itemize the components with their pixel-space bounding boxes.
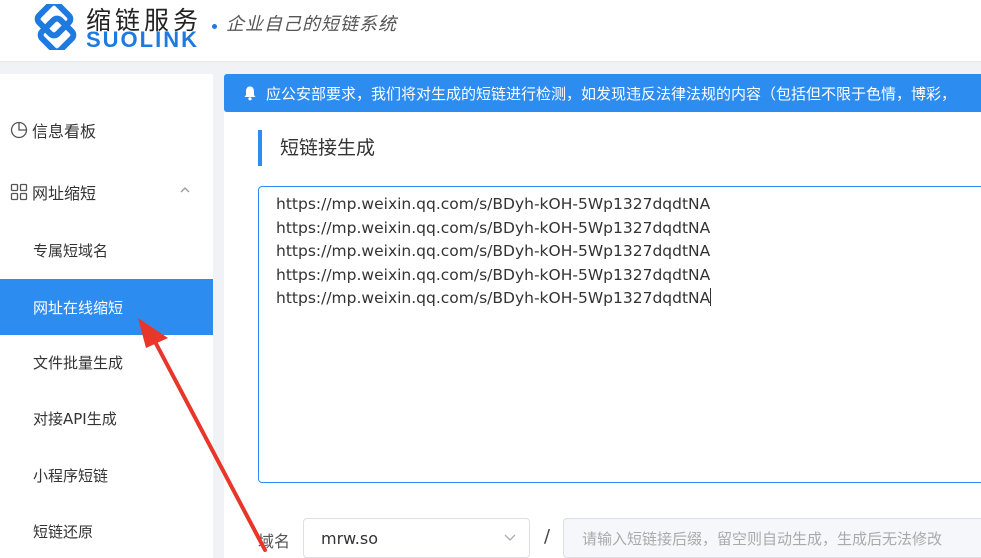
- sidebar-item-label: 网址缩短: [32, 184, 97, 203]
- app-header: 缩链服务 SUOLINK 企业自己的短链系统: [0, 0, 981, 62]
- sidebar-item-restore[interactable]: 短链还原: [0, 503, 213, 558]
- brand-separator-dot: [212, 24, 217, 29]
- sidebar-item-dashboard[interactable]: 信息看板: [0, 102, 213, 158]
- notice-text: 应公安部要求，我们将对生成的短链进行检测，如发现违反法律法规的内容（包括但不限于…: [266, 84, 957, 103]
- pie-chart-icon: [10, 121, 28, 139]
- domain-label: 域名: [258, 532, 291, 551]
- sidebar-item-label: 对接API生成: [33, 409, 117, 428]
- url-textarea[interactable]: https://mp.weixin.qq.com/s/BDyh-kOH-5Wp1…: [258, 186, 981, 483]
- url-line-last: https://mp.weixin.qq.com/s/BDyh-kOH-5Wp1…: [276, 287, 970, 311]
- brand-slogan: 企业自己的短链系统: [226, 14, 397, 35]
- brand-name-en: SUOLINK: [86, 27, 199, 52]
- url-line: https://mp.weixin.qq.com/s/BDyh-kOH-5Wp1…: [276, 265, 711, 284]
- domain-select-value: mrw.so: [321, 528, 378, 548]
- sidebar-item-label: 短链还原: [33, 522, 94, 541]
- url-line: https://mp.weixin.qq.com/s/BDyh-kOH-5Wp1…: [276, 242, 711, 260]
- chevron-down-icon: [504, 534, 516, 541]
- text-caret: [710, 288, 712, 306]
- grid-icon: [10, 183, 28, 201]
- sidebar-item-online-shorten[interactable]: 网址在线缩短: [0, 279, 213, 335]
- bell-icon: [244, 86, 256, 101]
- sidebar-item-label: 小程序短链: [33, 466, 109, 485]
- sidebar-item-api[interactable]: 对接API生成: [0, 390, 213, 446]
- sidebar-item-label: 网址在线缩短: [33, 298, 124, 317]
- suolink-logo-icon[interactable]: [32, 4, 78, 50]
- sidebar-item-label: 信息看板: [32, 122, 97, 141]
- domain-select[interactable]: mrw.so: [303, 518, 530, 558]
- sidebar-item-custom-domain[interactable]: 专属短域名: [0, 222, 213, 278]
- sidebar-item-label: 专属短域名: [33, 241, 109, 260]
- sidebar: 信息看板 网址缩短 专属短域名 网址在线缩短 文件批量生成 对接API生成 小程…: [0, 74, 213, 558]
- sidebar-item-miniprogram[interactable]: 小程序短链: [0, 447, 213, 503]
- sidebar-item-label: 文件批量生成: [33, 353, 124, 372]
- suffix-input[interactable]: 请输入短链接后缀，留空则自动生成，生成后无法修改: [563, 518, 981, 558]
- url-line-text: https://mp.weixin.qq.com/s/BDyh-kOH-5Wp1…: [276, 289, 711, 307]
- section-title: 短链接生成: [258, 130, 375, 166]
- notice-banner: 应公安部要求，我们将对生成的短链进行检测，如发现违反法律法规的内容（包括但不限于…: [224, 74, 981, 112]
- path-separator: /: [544, 526, 551, 547]
- url-line: https://mp.weixin.qq.com/s/BDyh-kOH-5Wp1…: [276, 218, 711, 237]
- sidebar-item-url-shorten[interactable]: 网址缩短: [0, 164, 213, 220]
- chevron-up-icon: [180, 187, 190, 193]
- suffix-input-placeholder: 请输入短链接后缀，留空则自动生成，生成后无法修改: [582, 529, 943, 548]
- url-line: https://mp.weixin.qq.com/s/BDyh-kOH-5Wp1…: [276, 195, 711, 213]
- sidebar-item-batch-file[interactable]: 文件批量生成: [0, 334, 213, 390]
